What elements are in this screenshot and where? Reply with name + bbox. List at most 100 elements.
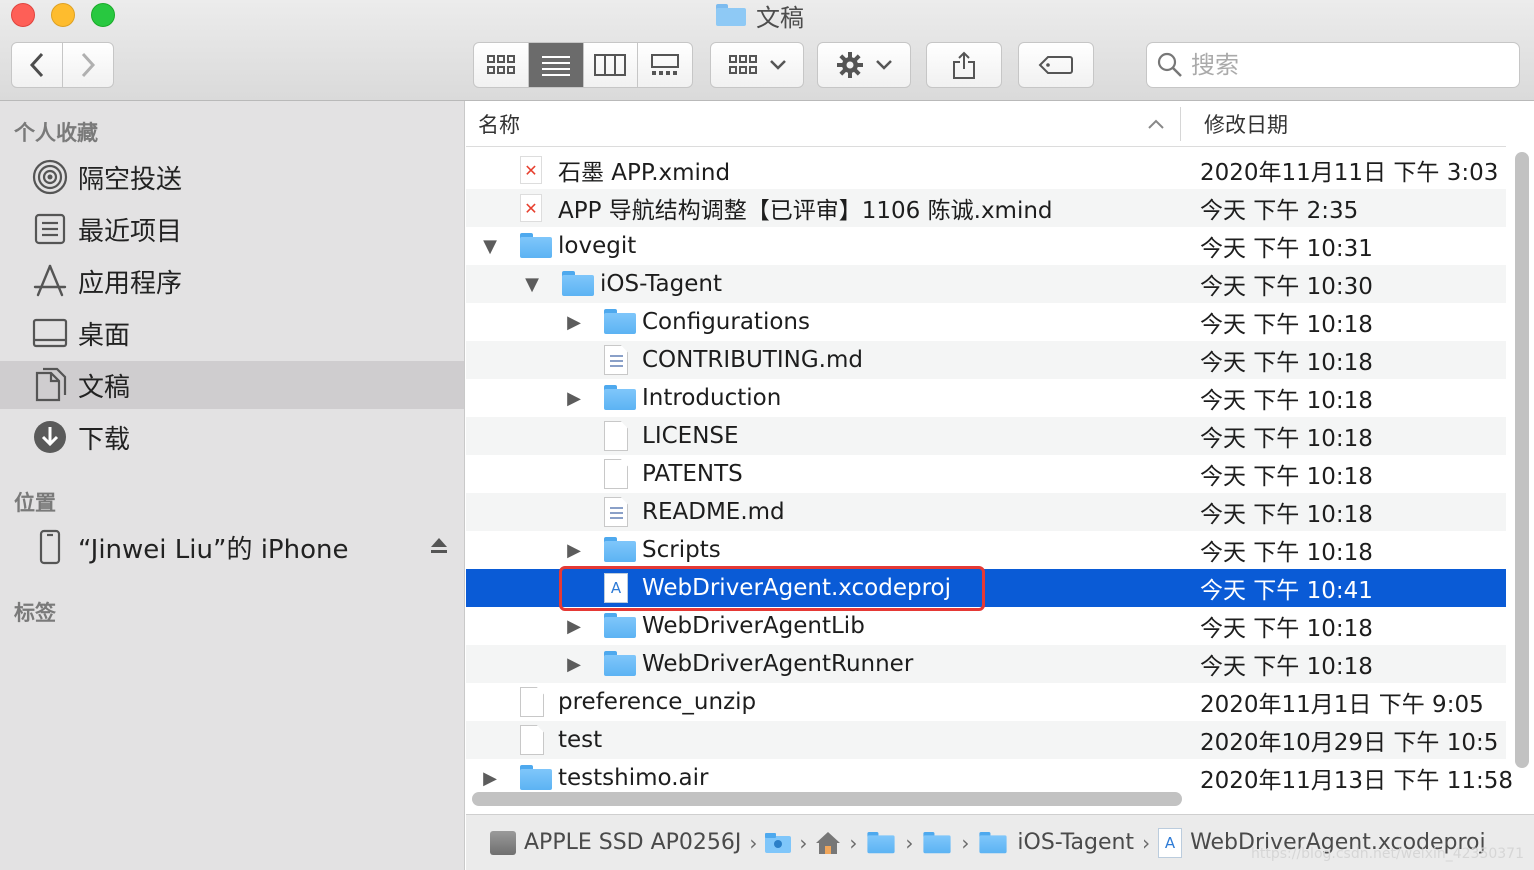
folder-icon xyxy=(604,308,636,336)
iphone-icon xyxy=(32,529,68,565)
file-name: preference_unzip xyxy=(558,689,757,715)
list-view-icon xyxy=(541,56,570,76)
table-row[interactable]: PATENTS 今天 下午 10:18 xyxy=(466,455,1506,493)
icon-grid-icon xyxy=(486,55,515,74)
sidebar-item-recents[interactable]: 最近项目 xyxy=(0,205,464,253)
table-row[interactable]: ▼ iOS-Tagent 今天 下午 10:30 xyxy=(466,265,1506,303)
path-segment-documents[interactable] xyxy=(865,830,897,856)
sidebar-item-label: 应用程序 xyxy=(78,268,183,299)
table-row[interactable]: ✕ 石墨 APP.xmind 2020年11月11日 下午 3:03 xyxy=(466,151,1506,189)
path-segment-disk[interactable]: APPLE SSD AP0256J xyxy=(490,830,741,855)
path-separator-icon: › xyxy=(905,830,914,855)
path-separator-icon: › xyxy=(749,830,758,855)
table-row[interactable]: ▶ WebDriverAgentLib 今天 下午 10:18 xyxy=(466,607,1506,645)
zoom-window-button[interactable] xyxy=(91,3,115,27)
disclosure-collapsed-icon[interactable]: ▶ xyxy=(564,540,584,561)
path-separator-icon: › xyxy=(961,830,970,855)
column-view-button[interactable] xyxy=(584,43,639,87)
file-name: WebDriverAgentLib xyxy=(642,613,865,639)
table-row[interactable]: ▶ Configurations 今天 下午 10:18 xyxy=(466,303,1506,341)
table-row[interactable]: ✕ APP 导航结构调整【已评审】1106 陈诚.xmind 今天 下午 2:35 xyxy=(466,189,1506,227)
sidebar-item-label: 文稿 xyxy=(78,372,131,403)
folder-icon xyxy=(562,270,594,298)
column-header-date[interactable]: 修改日期 xyxy=(1204,109,1288,139)
gallery-view-button[interactable] xyxy=(638,43,692,87)
modified-date: 今天 下午 10:18 xyxy=(1200,426,1373,452)
disclosure-collapsed-icon[interactable]: ▶ xyxy=(480,768,500,789)
sidebar-item-documents[interactable]: 文稿 xyxy=(0,361,464,409)
file-list: 名称 修改日期 ✕ 石墨 APP.xmind 2020年11月11日 下午 3:03… xyxy=(466,101,1534,814)
sidebar-item-airdrop[interactable]: 隔空投送 xyxy=(0,153,464,201)
path-segment-lovegit[interactable] xyxy=(921,830,953,856)
modified-date: 今天 下午 10:18 xyxy=(1200,312,1373,338)
group-by-button[interactable] xyxy=(710,42,804,88)
folder-icon xyxy=(604,384,636,412)
tags-button[interactable] xyxy=(1018,42,1094,88)
vertical-scrollbar[interactable] xyxy=(1515,152,1529,768)
disclosure-collapsed-icon[interactable]: ▶ xyxy=(564,654,584,675)
table-row[interactable]: ▼ lovegit 今天 下午 10:31 xyxy=(466,227,1506,265)
path-segment-users[interactable] xyxy=(765,832,792,853)
sidebar-item-label: 隔空投送 xyxy=(78,164,183,195)
back-button[interactable] xyxy=(12,43,63,87)
table-row[interactable]: test 2020年10月29日 下午 10:5 xyxy=(466,721,1506,759)
text-document-icon xyxy=(604,497,634,527)
toolbar: 文稿 xyxy=(0,0,1534,101)
search-field[interactable] xyxy=(1146,42,1520,88)
desktop-icon xyxy=(32,315,68,351)
disclosure-expanded-icon[interactable]: ▼ xyxy=(522,274,542,295)
modified-date: 今天 下午 10:30 xyxy=(1200,274,1373,300)
path-separator-icon: › xyxy=(849,830,858,855)
eject-icon[interactable] xyxy=(430,535,448,559)
table-row[interactable]: preference_unzip 2020年11月1日 下午 9:05 xyxy=(466,683,1506,721)
disclosure-collapsed-icon[interactable]: ▶ xyxy=(564,312,584,333)
modified-date: 今天 下午 10:18 xyxy=(1200,388,1373,414)
xcode-project-icon: A xyxy=(1158,827,1183,858)
search-icon xyxy=(1157,52,1182,77)
documents-folder-icon xyxy=(867,831,895,853)
column-divider[interactable] xyxy=(1180,107,1181,141)
horizontal-scrollbar[interactable] xyxy=(472,792,1182,806)
sidebar-item-applications[interactable]: 应用程序 xyxy=(0,257,464,305)
action-menu-button[interactable] xyxy=(817,42,911,88)
disclosure-collapsed-icon[interactable]: ▶ xyxy=(564,388,584,409)
file-name: WebDriverAgentRunner xyxy=(642,651,914,677)
path-segment-home[interactable] xyxy=(815,831,841,855)
table-row[interactable]: A WebDriverAgent.xcodeproj 今天 下午 10:41 xyxy=(466,569,1506,607)
chevron-left-icon xyxy=(29,52,44,78)
table-row[interactable]: ▶ Introduction 今天 下午 10:18 xyxy=(466,379,1506,417)
list-view-button[interactable] xyxy=(528,43,584,87)
column-header-name[interactable]: 名称 xyxy=(478,109,520,139)
gallery-view-icon xyxy=(651,54,680,75)
table-row[interactable]: ▶ Scripts 今天 下午 10:18 xyxy=(466,531,1506,569)
file-name: Introduction xyxy=(642,385,782,411)
file-name: iOS-Tagent xyxy=(600,271,722,297)
hard-disk-icon xyxy=(490,830,516,855)
table-row[interactable]: CONTRIBUTING.md 今天 下午 10:18 xyxy=(466,341,1506,379)
table-row[interactable]: LICENSE 今天 下午 10:18 xyxy=(466,417,1506,455)
sidebar-item-desktop[interactable]: 桌面 xyxy=(0,309,464,357)
folder-icon xyxy=(604,650,636,678)
disclosure-expanded-icon[interactable]: ▼ xyxy=(480,236,500,257)
modified-date: 今天 下午 2:35 xyxy=(1200,198,1359,224)
table-row[interactable]: README.md 今天 下午 10:18 xyxy=(466,493,1506,531)
forward-button[interactable] xyxy=(63,43,113,87)
xmind-file-icon: ✕ xyxy=(520,156,550,184)
table-row[interactable]: ▶ WebDriverAgentRunner 今天 下午 10:18 xyxy=(466,645,1506,683)
minimize-window-button[interactable] xyxy=(51,3,75,27)
close-window-button[interactable] xyxy=(11,3,35,27)
sidebar-item-downloads[interactable]: 下载 xyxy=(0,413,464,461)
share-button[interactable] xyxy=(926,42,1002,88)
disclosure-collapsed-icon[interactable]: ▶ xyxy=(564,616,584,637)
watermark-text: https://blog.csdn.net/weixin_42350371 xyxy=(1250,846,1524,862)
file-name: test xyxy=(558,727,603,753)
icon-view-button[interactable] xyxy=(474,43,529,87)
folder-icon xyxy=(604,536,636,564)
modified-date: 今天 下午 10:31 xyxy=(1200,236,1373,262)
sidebar-item-iphone[interactable]: “Jinwei Liu”的 iPhone xyxy=(0,523,464,571)
search-input[interactable] xyxy=(1191,51,1491,79)
sort-ascending-icon xyxy=(1148,113,1164,134)
share-icon xyxy=(953,51,975,79)
modified-date: 今天 下午 10:18 xyxy=(1200,464,1373,490)
path-segment-ios-tagent[interactable]: iOS-Tagent xyxy=(977,830,1134,856)
